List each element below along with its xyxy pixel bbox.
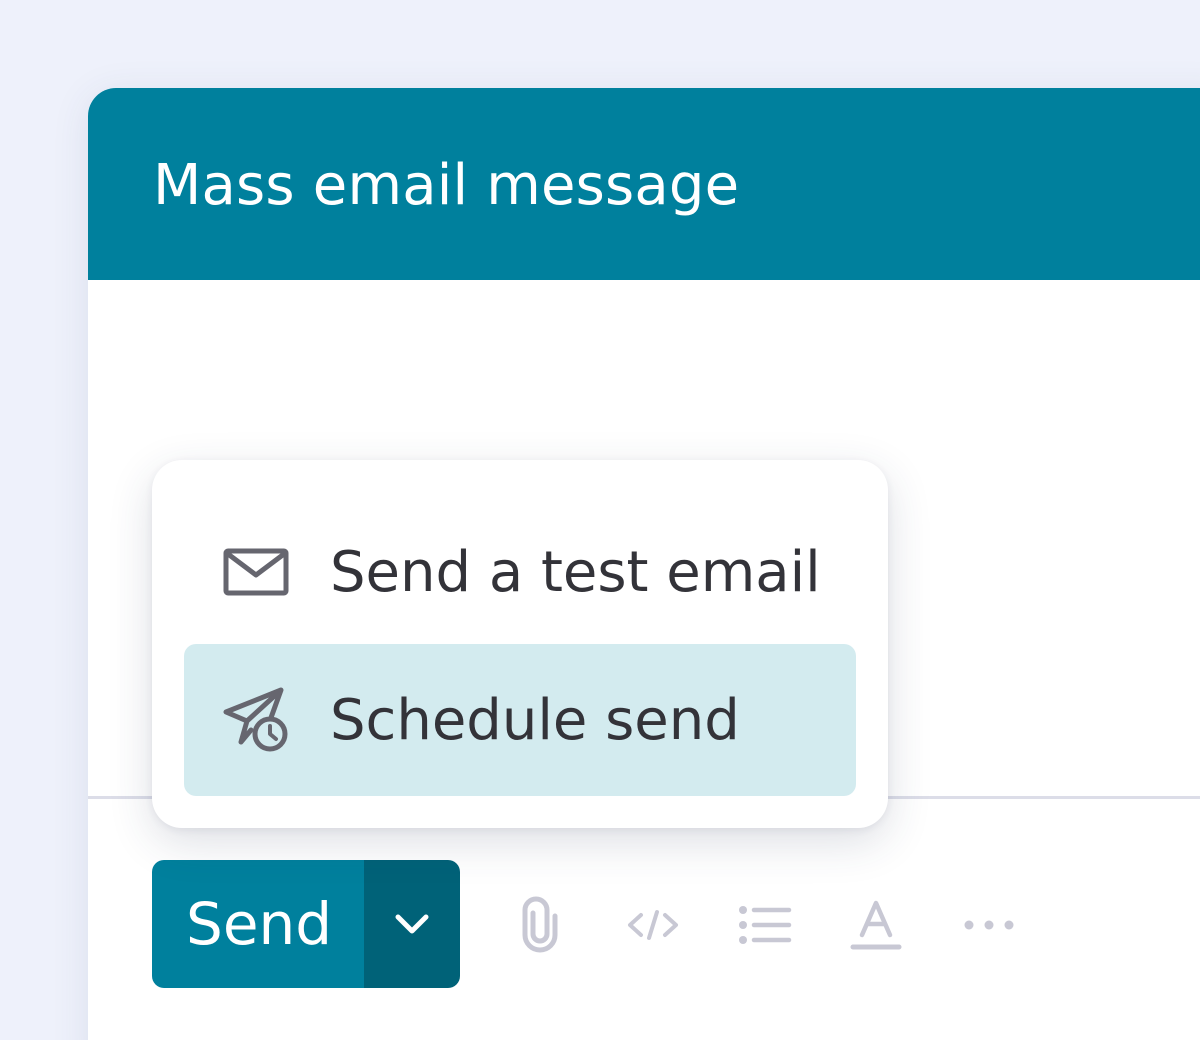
formatting-toolbar bbox=[505, 890, 575, 960]
code-icon bbox=[628, 910, 678, 940]
text-color-icon bbox=[850, 900, 902, 950]
text-color-tool bbox=[841, 890, 911, 960]
page: Mass email message Send Send a test emai… bbox=[0, 0, 1200, 1040]
window-header: Mass email message bbox=[88, 88, 1200, 280]
mail-icon bbox=[220, 536, 292, 608]
attach-icon bbox=[522, 896, 558, 953]
attach-button[interactable] bbox=[505, 890, 575, 960]
list-tool bbox=[730, 890, 800, 960]
more-tool bbox=[954, 890, 1024, 960]
menu-item-send-test-email[interactable]: Send a test email bbox=[184, 496, 856, 648]
send-button[interactable]: Send bbox=[152, 860, 364, 988]
bullet-list-button[interactable] bbox=[730, 890, 800, 960]
code-button[interactable] bbox=[618, 890, 688, 960]
send-options-menu: Send a test email Schedule send bbox=[152, 460, 888, 828]
list-icon bbox=[739, 906, 792, 944]
more-icon bbox=[964, 920, 1014, 930]
more-options-button[interactable] bbox=[954, 890, 1024, 960]
text-color-button[interactable] bbox=[841, 890, 911, 960]
chevron-down-icon bbox=[395, 914, 429, 934]
schedule-send-icon bbox=[220, 684, 292, 756]
send-button-group: Send bbox=[152, 860, 460, 988]
window-title: Mass email message bbox=[153, 153, 740, 218]
menu-item-label: Schedule send bbox=[330, 687, 740, 753]
menu-item-schedule-send[interactable]: Schedule send bbox=[184, 644, 856, 796]
menu-item-label: Send a test email bbox=[330, 539, 821, 605]
send-options-toggle[interactable] bbox=[364, 860, 460, 988]
code-tool bbox=[618, 890, 688, 960]
